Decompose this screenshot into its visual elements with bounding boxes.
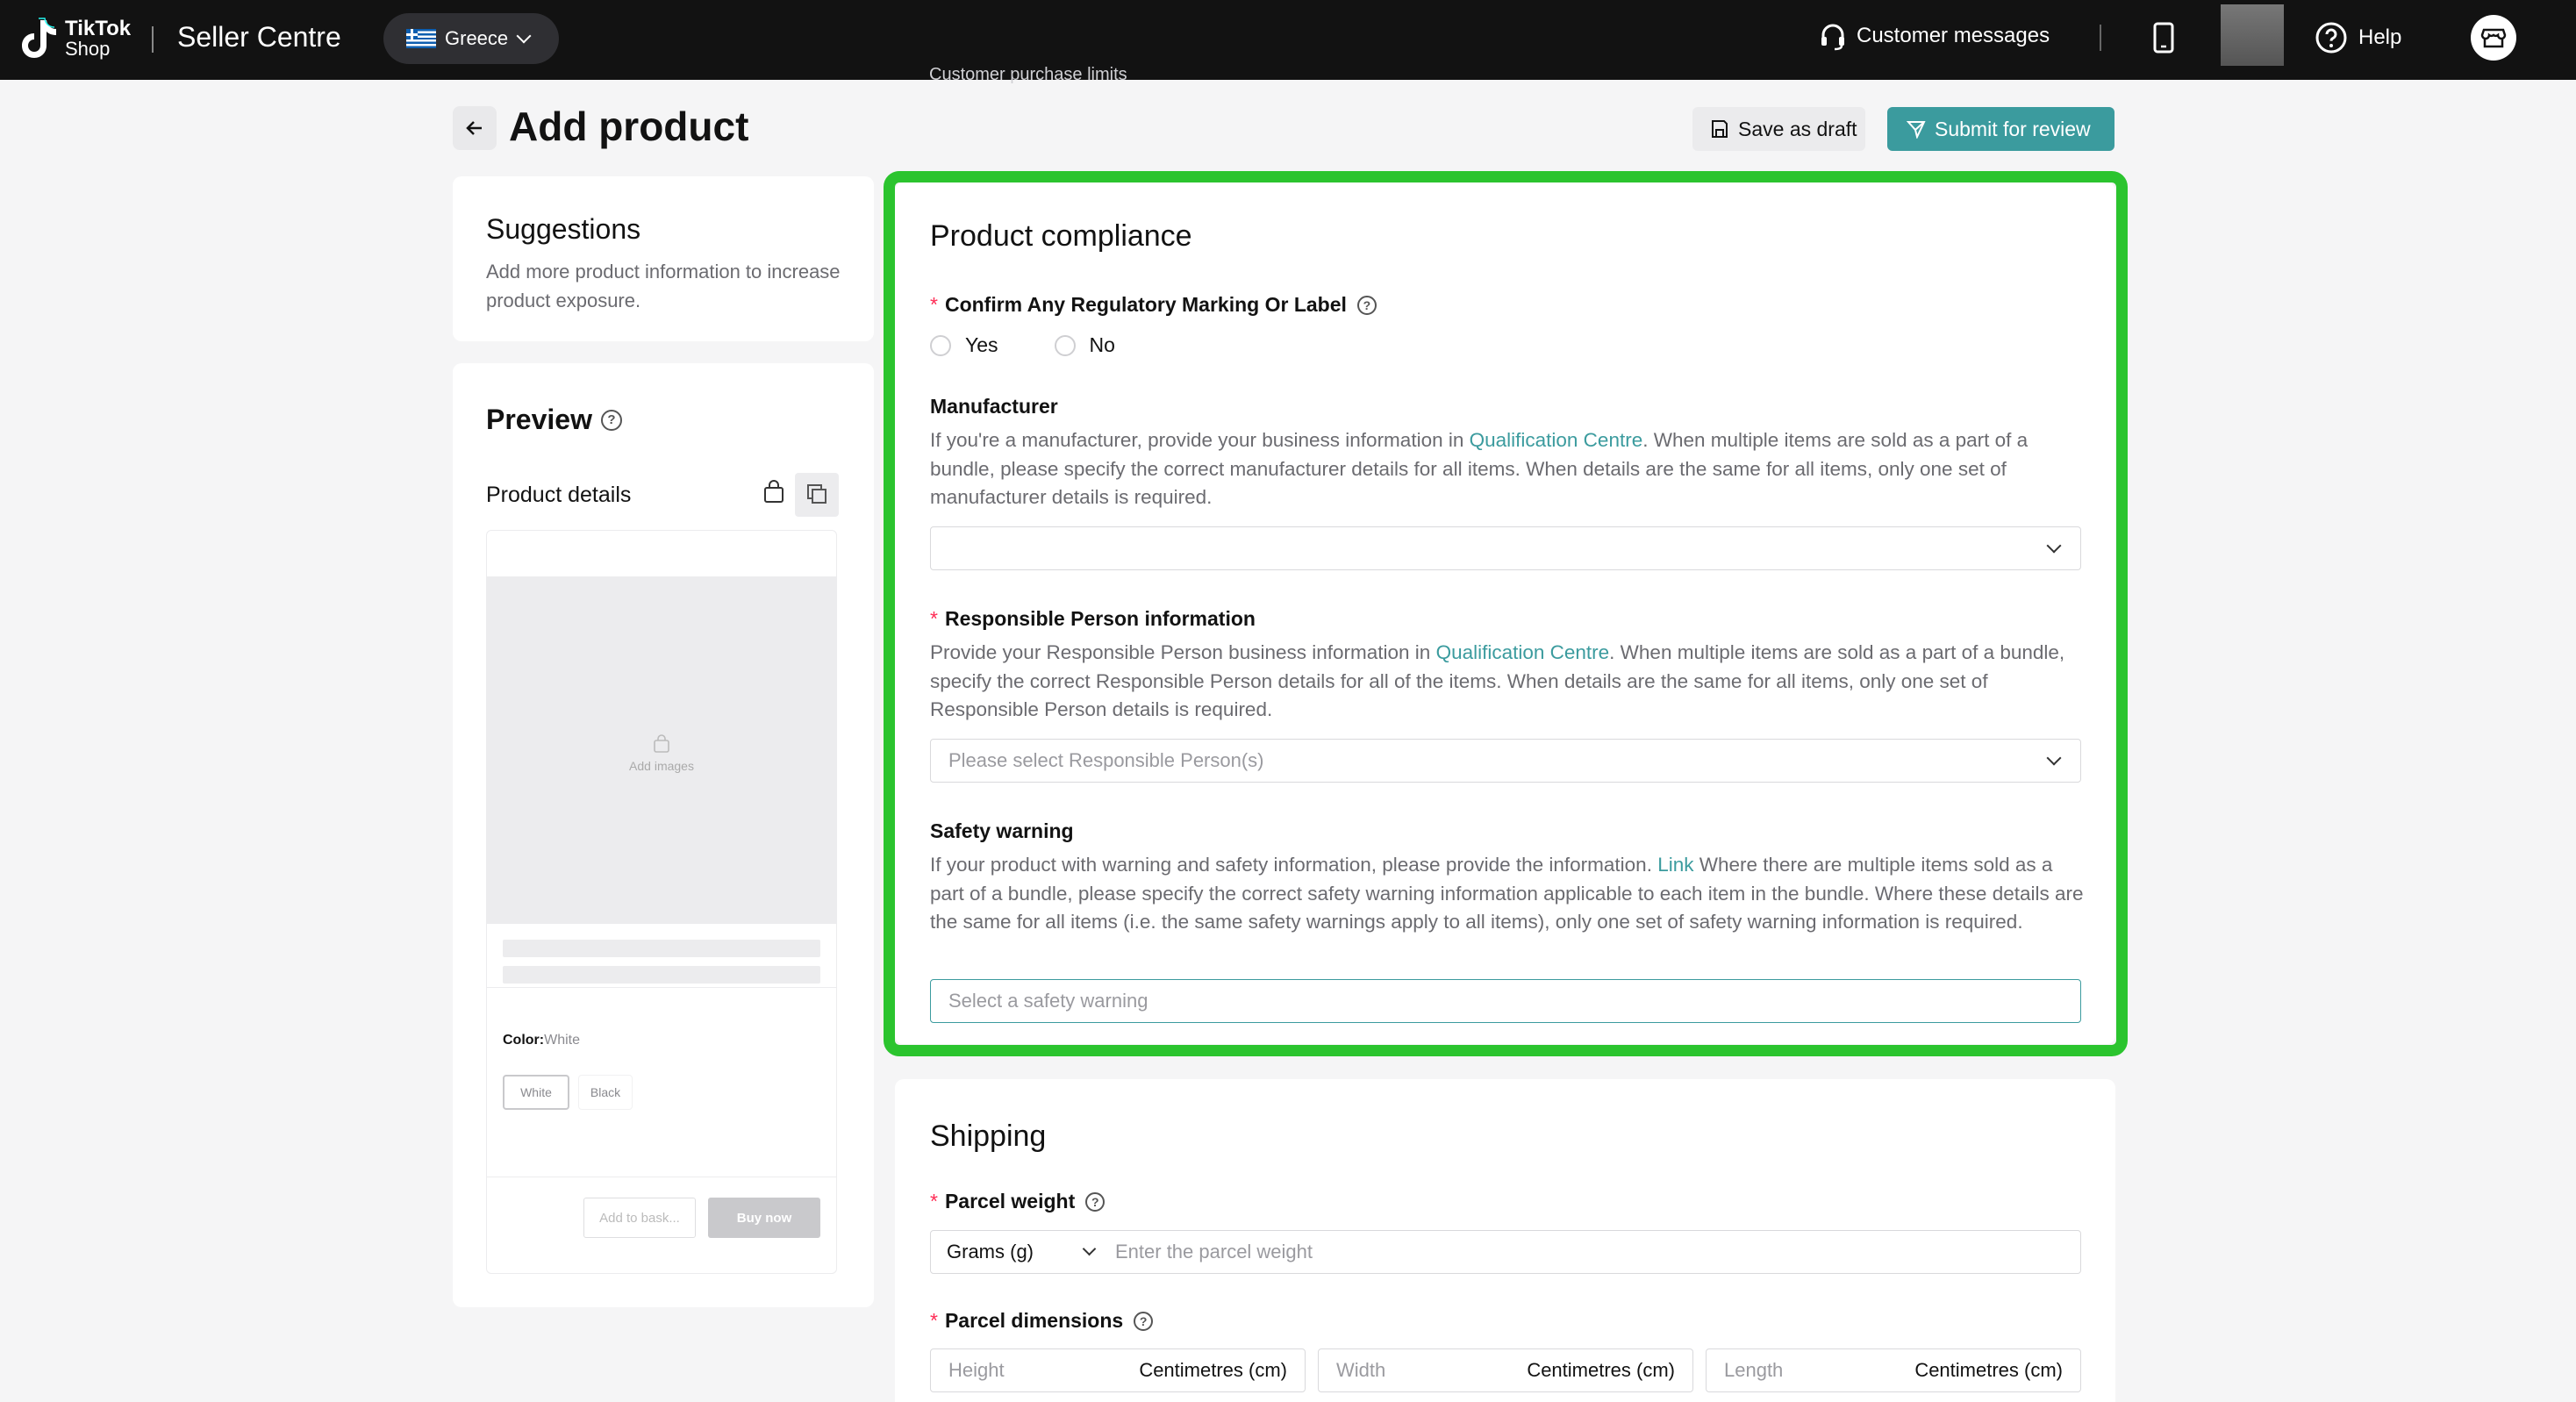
back-button[interactable] [453,106,497,150]
image-placeholder[interactable]: Add images [487,576,836,924]
submit-review-label: Submit for review [1935,117,2091,140]
variant-black[interactable]: Black [578,1075,633,1110]
help-label: Help [2358,25,2402,49]
logo-line2: Shop [65,38,111,60]
partially-hidden-label: Customer purchase limits [929,65,1127,84]
send-icon [1907,121,1926,139]
skeleton-line [503,940,820,957]
save-draft-label: Save as draft [1738,117,1857,140]
shop-account-button[interactable] [2471,15,2516,61]
buy-now-button[interactable]: Buy now [708,1198,820,1238]
variant-white[interactable]: White [503,1075,569,1110]
preview-card: Preview ? Product details Add images Col… [453,363,874,1307]
chevron-down-icon [516,28,532,44]
shipping-card: Shipping * Parcel weight ? Grams (g) Ent… [895,1079,2115,1402]
add-images-label: Add images [629,759,694,773]
submit-review-button[interactable]: Submit for review [1887,107,2114,151]
avatar[interactable] [2221,4,2284,66]
help-circle-icon[interactable]: ? [1085,1191,1106,1212]
section-title: Shipping [930,1119,1047,1153]
shopping-bag-icon[interactable] [762,480,785,504]
help-circle-icon[interactable]: ? [1134,1311,1154,1331]
page: TikTok Shop Seller Centre Greece Custome… [0,0,2576,1402]
headset-icon [1821,24,1844,51]
highlight-frame [884,171,2128,1056]
store-icon [2480,28,2507,48]
parcel-weight-field: Grams (g) Enter the parcel weight [930,1230,2081,1274]
width-input[interactable]: Width Centimetres (cm) [1318,1348,1693,1392]
chevron-down-icon [1082,1241,1097,1256]
region-label: Greece [445,27,509,49]
save-icon [1712,120,1728,138]
customer-messages-button[interactable]: Customer messages [1818,21,2050,51]
product-preview-frame: Add images Color:White White Black Add t… [486,530,837,1274]
shopping-bag-icon [654,734,669,753]
skeleton-line [503,966,820,984]
tiktok-logo-icon [22,18,56,58]
logo-line1: TikTok [65,17,132,40]
add-to-basket-button[interactable]: Add to bask... [583,1198,696,1238]
arrow-left-icon [466,121,482,135]
copy-view-button[interactable] [795,473,839,517]
topbar-divider-2 [2100,25,2101,51]
height-input[interactable]: Height Centimetres (cm) [930,1348,1306,1392]
help-button[interactable]: Help [2315,21,2401,54]
product-details-label: Product details [486,483,632,507]
save-draft-button[interactable]: Save as draft [1692,107,1865,151]
help-circle-icon[interactable]: ? [600,409,622,431]
copy-icon [807,484,826,504]
weight-unit-select[interactable]: Grams (g) [931,1231,1106,1273]
color-option-label: Color:White [503,1033,581,1048]
divider [487,987,836,988]
required-asterisk: * [930,1190,938,1212]
length-input[interactable]: Length Centimetres (cm) [1706,1348,2081,1392]
customer-messages-label: Customer messages [1857,24,2050,47]
app-name: Seller Centre [177,21,341,53]
topbar-divider [152,26,154,53]
tiktok-shop-logo[interactable]: TikTok Shop [18,14,131,63]
preview-title: Preview ? [486,404,622,436]
parcel-dimensions-label: * Parcel dimensions ? [930,1309,1154,1333]
mobile-phone-icon[interactable] [2151,21,2176,54]
suggestions-title: Suggestions [486,213,641,245]
greece-flag-icon [406,29,436,48]
page-title: Add product [509,104,749,149]
suggestions-text: Add more product information to increase… [486,261,841,311]
parcel-weight-input[interactable]: Enter the parcel weight [1106,1241,1313,1263]
help-circle-icon [2315,22,2347,54]
suggestions-card: Suggestions Add more product information… [453,176,874,341]
parcel-weight-label: * Parcel weight ? [930,1190,1106,1213]
region-selector[interactable]: Greece [383,13,559,64]
required-asterisk: * [930,1309,938,1332]
top-bar: TikTok Shop Seller Centre Greece Custome… [0,0,2576,80]
